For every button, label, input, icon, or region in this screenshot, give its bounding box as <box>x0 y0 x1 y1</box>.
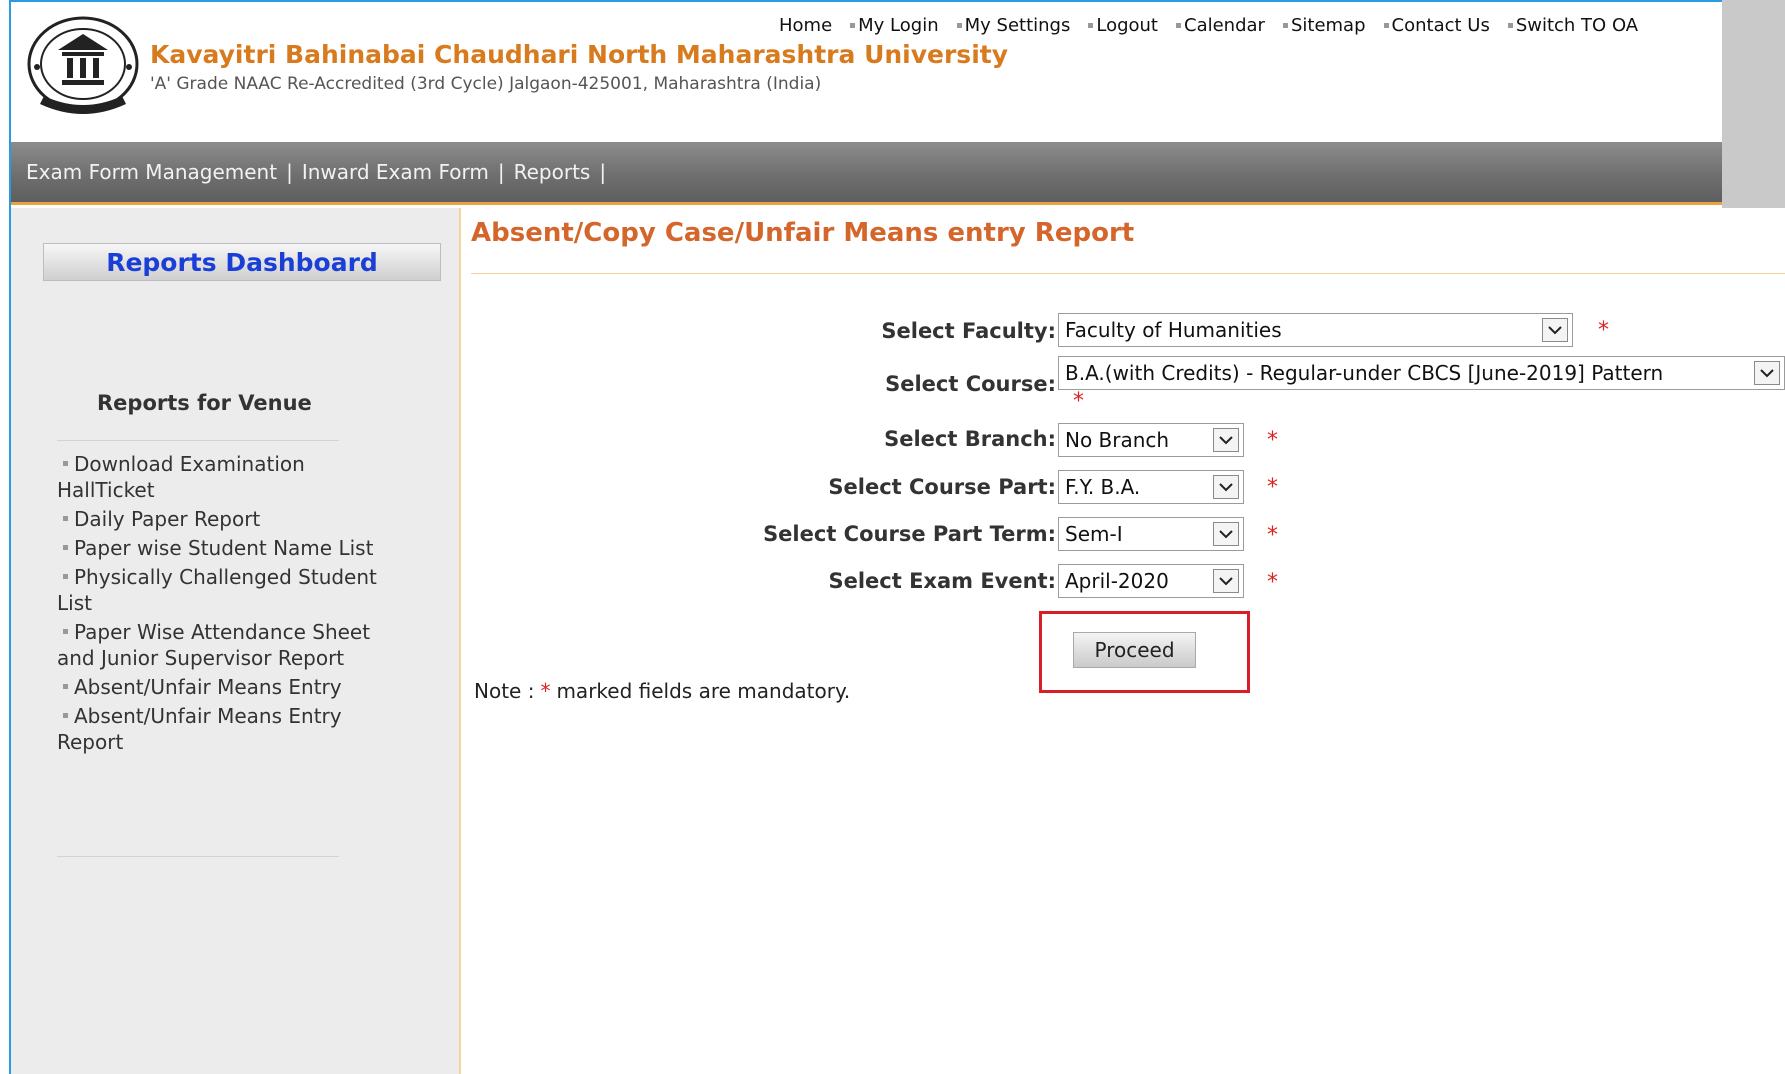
required-marker: * <box>1598 318 1609 343</box>
bullet-icon <box>1176 23 1181 28</box>
university-subtitle: 'A' Grade NAAC Re-Accredited (3rd Cycle)… <box>150 74 822 94</box>
bullet-icon <box>63 629 68 634</box>
sidebar-divider <box>57 856 339 857</box>
top-link-calendar[interactable]: Calendar <box>1176 15 1265 36</box>
top-link-contact-us[interactable]: Contact Us <box>1383 15 1490 36</box>
main-nav-bar: Exam Form Management | Inward Exam Form … <box>11 142 1722 205</box>
branch-select[interactable]: No Branch <box>1058 423 1244 457</box>
bullet-icon <box>63 461 68 466</box>
title-divider <box>471 273 1785 274</box>
university-title: Kavayitri Bahinabai Chaudhari North Maha… <box>150 40 1009 69</box>
exam-event-label: Select Exam Event: <box>828 569 1056 593</box>
faculty-select[interactable]: Faculty of Humanities <box>1058 313 1573 347</box>
sidebar-section-heading: Reports for Venue <box>97 391 312 415</box>
chevron-down-icon <box>1542 318 1568 342</box>
course-select-value: B.A.(with Credits) - Regular-under CBCS … <box>1065 361 1664 385</box>
bullet-icon <box>1282 23 1288 28</box>
sidebar-item-absent-unfair-entry-report[interactable]: Absent/Unfair Means Entry Report <box>57 703 377 755</box>
exam-event-select[interactable]: April-2020 <box>1058 564 1244 598</box>
chevron-down-icon <box>1213 569 1239 593</box>
sidebar-item-download-hallticket[interactable]: Download Examination HallTicket <box>57 451 377 503</box>
proceed-button[interactable]: Proceed <box>1073 632 1196 668</box>
frame-border-top <box>9 0 1725 2</box>
nav-separator: | <box>497 160 505 184</box>
bullet-icon <box>63 574 68 579</box>
top-link-sitemap[interactable]: Sitemap <box>1282 15 1366 36</box>
top-link-my-login[interactable]: My Login <box>850 15 939 36</box>
bullet-icon <box>1088 23 1094 28</box>
bullet-icon <box>63 516 68 521</box>
nav-separator: | <box>599 160 607 184</box>
page: Kavayitri Bahinabai Chaudhari North Maha… <box>0 0 1785 1074</box>
required-marker: * <box>1267 428 1278 453</box>
reports-dashboard-button[interactable]: Reports Dashboard <box>43 243 441 281</box>
course-part-select-value: F.Y. B.A. <box>1065 475 1141 499</box>
chevron-down-icon <box>1754 361 1780 385</box>
bullet-icon <box>63 545 68 550</box>
nav-item-exam-form-management[interactable]: Exam Form Management <box>26 160 277 184</box>
sidebar-item-absent-unfair-entry[interactable]: Absent/Unfair Means Entry <box>57 674 377 700</box>
course-part-label: Select Course Part: <box>828 475 1056 499</box>
top-links: Home My Login My Settings Logout Calenda… <box>779 15 1638 36</box>
branch-label: Select Branch: <box>884 427 1056 451</box>
course-part-select[interactable]: F.Y. B.A. <box>1058 470 1244 504</box>
sidebar-item-attendance-sheet[interactable]: Paper Wise Attendance Sheet and Junior S… <box>57 619 377 671</box>
required-marker: * <box>1267 475 1278 500</box>
sidebar-report-list: Download Examination HallTicket Daily Pa… <box>57 451 377 758</box>
note-prefix: Note : <box>474 679 535 703</box>
bullet-icon <box>63 713 68 718</box>
sidebar-item-daily-paper-report[interactable]: Daily Paper Report <box>57 506 377 532</box>
sidebar-divider <box>57 440 339 441</box>
nav-item-inward-exam-form[interactable]: Inward Exam Form <box>302 160 489 184</box>
course-label: Select Course: <box>885 372 1056 396</box>
course-part-term-select-value: Sem-I <box>1065 522 1123 546</box>
faculty-label: Select Faculty: <box>881 319 1056 343</box>
required-marker: * <box>1267 523 1278 548</box>
mandatory-note: Note : * marked fields are mandatory. <box>474 679 850 703</box>
chevron-down-icon <box>1213 522 1239 546</box>
top-link-switch-to-oa[interactable]: Switch TO OA <box>1507 15 1638 36</box>
note-required-marker: * <box>540 679 551 703</box>
branch-select-value: No Branch <box>1065 428 1170 452</box>
sidebar: Reports Dashboard Reports for Venue Down… <box>11 208 461 1074</box>
bullet-icon <box>63 684 68 689</box>
bullet-icon <box>1383 23 1389 28</box>
note-text: marked fields are mandatory. <box>556 679 851 703</box>
nav-item-reports[interactable]: Reports <box>514 160 591 184</box>
bullet-icon <box>956 23 962 28</box>
course-part-term-label: Select Course Part Term: <box>763 522 1056 546</box>
nav-separator: | <box>286 160 293 184</box>
course-select[interactable]: B.A.(with Credits) - Regular-under CBCS … <box>1058 356 1785 390</box>
sidebar-item-physically-challenged-list[interactable]: Physically Challenged Student List <box>57 564 377 616</box>
bullet-icon <box>850 23 856 28</box>
faculty-select-value: Faculty of Humanities <box>1065 318 1282 342</box>
page-title: Absent/Copy Case/Unfair Means entry Repo… <box>471 218 1135 248</box>
exam-event-select-value: April-2020 <box>1065 569 1169 593</box>
top-link-logout[interactable]: Logout <box>1088 15 1158 36</box>
university-logo-icon[interactable] <box>22 12 144 124</box>
chevron-down-icon <box>1213 428 1239 452</box>
sidebar-item-paper-wise-student-list[interactable]: Paper wise Student Name List <box>57 535 377 561</box>
top-link-home[interactable]: Home <box>779 15 832 36</box>
required-marker: * <box>1073 389 1084 414</box>
required-marker: * <box>1267 570 1278 595</box>
window-edge-strip <box>1722 0 1785 208</box>
chevron-down-icon <box>1213 475 1239 499</box>
top-link-my-settings[interactable]: My Settings <box>956 15 1070 36</box>
bullet-icon <box>1507 23 1513 28</box>
course-part-term-select[interactable]: Sem-I <box>1058 517 1244 551</box>
